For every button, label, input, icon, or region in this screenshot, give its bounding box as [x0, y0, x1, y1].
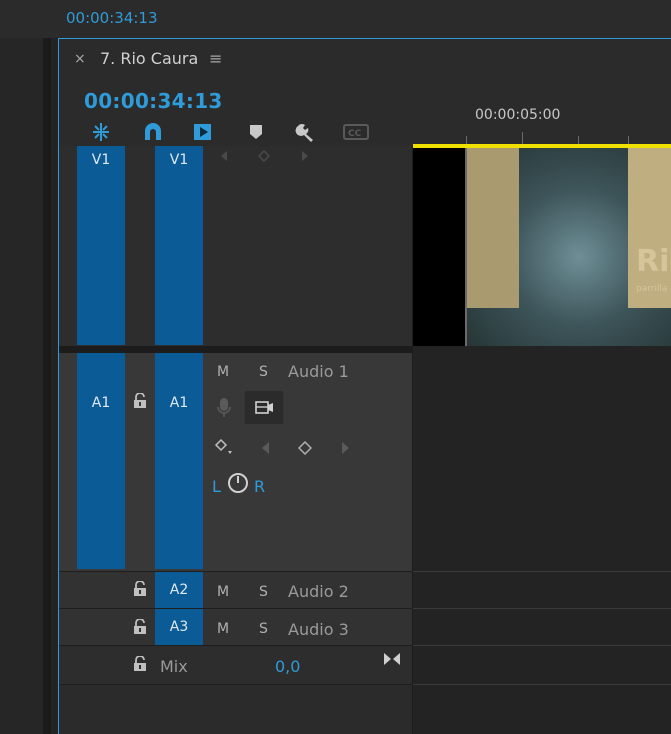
track-lane-divider: [413, 684, 671, 685]
a1-source-label: A1: [91, 395, 111, 411]
clip-graphic-panel-left: [467, 148, 519, 308]
v1-source-patch[interactable]: V1: [77, 146, 125, 345]
track-divider: [59, 571, 413, 572]
clip-title-text: Rio: [636, 244, 671, 279]
a2-track-name[interactable]: Audio 2: [288, 582, 349, 601]
ruler-tick: [466, 136, 467, 144]
video-gap-black: [413, 148, 465, 346]
a2-lock-icon[interactable]: [133, 580, 147, 597]
ruler-tick: [578, 136, 579, 144]
a1-mute-button[interactable]: M: [217, 364, 229, 380]
a2-solo-button[interactable]: S: [259, 584, 268, 600]
a2-target-label: A2: [169, 582, 189, 598]
a1-add-keyframe-icon[interactable]: [297, 440, 313, 459]
audio-track-3-header: [59, 609, 413, 645]
v1-target-label: V1: [169, 152, 189, 168]
header-sequence-separator: [412, 146, 413, 734]
a3-lock-icon[interactable]: [133, 618, 147, 635]
snap-icon[interactable]: [90, 121, 112, 143]
a3-track-target[interactable]: A3: [155, 609, 203, 645]
a1-solo-button[interactable]: S: [259, 364, 268, 380]
ruler-tick: [628, 136, 629, 144]
track-lane-divider: [413, 571, 671, 572]
svg-text:CC: CC: [348, 129, 362, 139]
a1-lock-icon[interactable]: [133, 392, 147, 409]
v1-source-label: V1: [91, 152, 111, 168]
prev-keyframe-icon[interactable]: [218, 147, 230, 166]
track-divider: [59, 645, 413, 646]
a3-track-name[interactable]: Audio 3: [288, 620, 349, 639]
a2-track-target[interactable]: A2: [155, 572, 203, 608]
captions-icon[interactable]: CC: [343, 121, 369, 143]
mix-volume-value[interactable]: 0,0: [275, 657, 300, 676]
mix-collapse-icon[interactable]: [383, 651, 401, 670]
panel-splitter[interactable]: [43, 0, 51, 734]
close-tab-button[interactable]: ×: [74, 51, 86, 67]
sequence-tab-title[interactable]: 7. Rio Caura: [100, 49, 198, 68]
program-timecode[interactable]: 00:00:34:13: [66, 9, 158, 27]
ruler-time-label: 00:00:05:00: [475, 107, 561, 123]
voice-over-record-button[interactable]: [245, 391, 283, 424]
v1-track-target[interactable]: V1: [155, 146, 203, 345]
a1-target-label: A1: [169, 395, 189, 411]
mix-track-header: [59, 646, 413, 684]
a1-track-name[interactable]: Audio 1: [288, 362, 349, 381]
a1-prev-keyframe-icon[interactable]: [259, 440, 271, 459]
add-keyframe-icon[interactable]: [257, 147, 271, 166]
wrench-icon[interactable]: [294, 121, 316, 143]
add-marker-icon[interactable]: [245, 121, 267, 143]
a2-mute-button[interactable]: M: [217, 584, 229, 600]
clip-subtitle-text: parrilla: [636, 284, 668, 294]
left-panel-edge: [0, 0, 43, 734]
pan-knob[interactable]: [227, 472, 249, 498]
a3-mute-button[interactable]: M: [217, 621, 229, 637]
track-header-empty-area: [59, 684, 413, 734]
ruler-tick: [522, 132, 523, 144]
insert-icon[interactable]: [192, 121, 214, 143]
linked-selection-icon[interactable]: [142, 121, 164, 143]
playhead-timecode[interactable]: 00:00:34:13: [84, 89, 223, 113]
panel-menu-icon[interactable]: ≡: [209, 49, 222, 68]
a1-next-keyframe-icon[interactable]: [340, 440, 352, 459]
a3-target-label: A3: [169, 619, 189, 635]
a3-solo-button[interactable]: S: [259, 621, 268, 637]
track-lane-divider: [413, 645, 671, 646]
mix-lock-icon[interactable]: [133, 655, 147, 672]
keyframe-dropdown-icon[interactable]: [214, 437, 234, 461]
microphone-icon[interactable]: [216, 397, 232, 423]
track-divider: [59, 608, 413, 609]
audio-track-2-header: [59, 572, 413, 608]
mix-track-name: Mix: [160, 657, 188, 676]
a1-track-target[interactable]: A1: [155, 353, 203, 569]
pan-right-label: R: [254, 477, 266, 496]
track-divider: [59, 684, 413, 685]
next-keyframe-icon[interactable]: [299, 147, 311, 166]
a1-source-patch[interactable]: A1: [77, 353, 125, 569]
pan-left-label: L: [212, 477, 221, 496]
track-lane-divider: [413, 608, 671, 609]
